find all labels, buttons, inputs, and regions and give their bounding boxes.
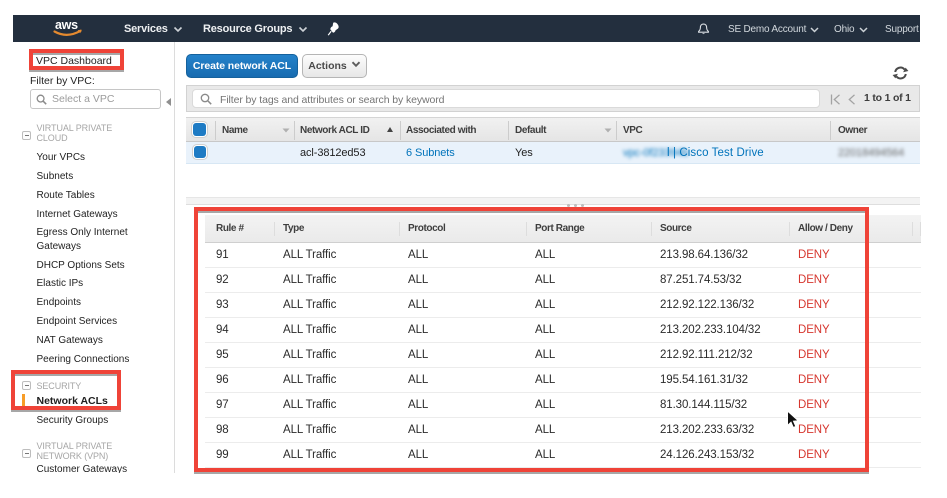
svg-text:aws: aws [55,18,78,32]
